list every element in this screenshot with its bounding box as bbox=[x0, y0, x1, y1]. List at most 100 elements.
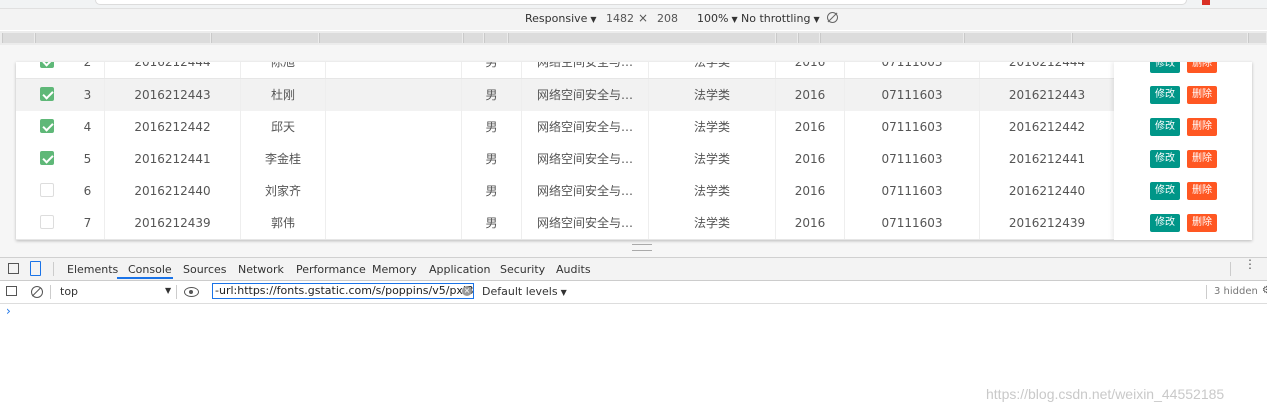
rotate-icon[interactable] bbox=[827, 12, 838, 23]
media-query-segment[interactable] bbox=[508, 33, 775, 43]
major: 网络空间安全与… bbox=[522, 175, 649, 207]
row-checkbox[interactable] bbox=[40, 62, 54, 68]
student-id: 2016212444 bbox=[105, 62, 241, 78]
edit-button[interactable]: 修改 bbox=[1150, 182, 1180, 200]
table-row[interactable]: 6 2016212440 刘家齐男网络空间安全与… 法学类 2016 07111603 20… bbox=[16, 175, 1252, 208]
tab-security[interactable]: Security bbox=[500, 263, 545, 276]
tab-application[interactable]: Application bbox=[429, 263, 490, 276]
tab-network[interactable]: Network bbox=[238, 263, 284, 276]
row-checkbox[interactable] bbox=[40, 183, 54, 197]
empty-cell bbox=[326, 207, 462, 239]
resize-handle[interactable] bbox=[632, 244, 652, 251]
delete-button[interactable]: 删除 bbox=[1187, 118, 1217, 136]
edit-button[interactable]: 修改 bbox=[1150, 86, 1180, 104]
media-query-segment[interactable] bbox=[820, 33, 963, 43]
major: 网络空间安全与… bbox=[522, 207, 649, 239]
media-query-segment[interactable] bbox=[776, 33, 797, 43]
more-options-icon[interactable]: ⋮ bbox=[1244, 258, 1256, 270]
row-checkbox[interactable] bbox=[40, 119, 54, 133]
media-query-segment[interactable] bbox=[211, 33, 318, 43]
delete-button[interactable]: 删除 bbox=[1187, 150, 1217, 168]
student-no: 2016212440 bbox=[980, 175, 1115, 207]
gear-icon[interactable]: ⚙ bbox=[1262, 285, 1267, 296]
delete-button[interactable]: 删除 bbox=[1187, 214, 1217, 232]
gender: 男 bbox=[462, 143, 522, 175]
tab-console[interactable]: Console bbox=[128, 263, 172, 276]
table-row[interactable]: 5 2016212441 李金桂男网络空间安全与… 法学类 2016 07111603 20… bbox=[16, 143, 1252, 176]
tab-elements[interactable]: Elements bbox=[67, 263, 118, 276]
media-query-segment[interactable] bbox=[964, 33, 1071, 43]
class-no: 07111603 bbox=[845, 175, 980, 207]
clear-filter-icon[interactable]: × bbox=[462, 286, 472, 296]
table-row[interactable]: 7 2016212439 郭伟男网络空间安全与… 法学类 2016 07111603 201… bbox=[16, 207, 1252, 240]
media-query-segment[interactable] bbox=[2, 33, 34, 43]
major: 网络空间安全与… bbox=[522, 62, 649, 78]
row-checkbox[interactable] bbox=[40, 87, 54, 101]
class-no: 07111603 bbox=[845, 143, 980, 175]
device-toggle-icon[interactable] bbox=[30, 261, 41, 276]
width-input[interactable]: 1482 bbox=[606, 12, 634, 25]
media-query-segment[interactable] bbox=[1248, 33, 1266, 43]
media-query-segment[interactable] bbox=[319, 33, 462, 43]
device-select[interactable]: Responsive ▼ bbox=[525, 12, 597, 25]
media-query-segment[interactable] bbox=[484, 33, 507, 43]
tab-sources[interactable]: Sources bbox=[183, 263, 227, 276]
student-no: 2016212443 bbox=[980, 79, 1115, 111]
edit-button[interactable]: 修改 bbox=[1150, 62, 1180, 73]
empty-cell bbox=[326, 143, 462, 175]
extension-icon[interactable] bbox=[1202, 0, 1210, 5]
address-bar[interactable] bbox=[95, 0, 1187, 5]
device-toolbar: Responsive ▼ 1482 × 208 100% ▼ No throttli… bbox=[0, 9, 1267, 30]
tab-audits[interactable]: Audits bbox=[556, 263, 591, 276]
student-name: 邱天 bbox=[241, 111, 326, 143]
empty-cell bbox=[326, 111, 462, 143]
sidebar-toggle-icon[interactable] bbox=[6, 286, 17, 296]
edit-button[interactable]: 修改 bbox=[1150, 214, 1180, 232]
student-id: 2016212442 bbox=[105, 111, 241, 143]
media-query-segment[interactable] bbox=[463, 33, 483, 43]
row-number: 2 bbox=[71, 62, 105, 78]
watermark: https://blog.csdn.net/weixin_44552185 bbox=[986, 386, 1225, 402]
console-prompt-icon[interactable]: › bbox=[6, 304, 11, 318]
table-row[interactable]: 4 2016212442 邱天男网络空间安全与… 法学类 2016 07111603 201… bbox=[16, 111, 1252, 144]
edit-button[interactable]: 修改 bbox=[1150, 118, 1180, 136]
class-no: 07111603 bbox=[845, 111, 980, 143]
delete-button[interactable]: 删除 bbox=[1187, 62, 1217, 73]
tab-memory[interactable]: Memory bbox=[372, 263, 417, 276]
context-label: top bbox=[60, 285, 79, 298]
zoom-select[interactable]: 100% ▼ bbox=[697, 12, 738, 25]
log-levels-select[interactable]: Default levels ▼ bbox=[482, 285, 567, 298]
device-label: Responsive bbox=[525, 12, 588, 25]
delete-button[interactable]: 删除 bbox=[1187, 182, 1217, 200]
media-query-segment[interactable] bbox=[798, 33, 819, 43]
chevron-down-icon: ▼ bbox=[560, 288, 567, 297]
hidden-messages-count: 3 hidden bbox=[1214, 286, 1258, 297]
tab-performance[interactable]: Performance bbox=[296, 263, 366, 276]
year: 2016 bbox=[776, 143, 845, 175]
action-column: 修改 删除 修改 删除 修改 删除 修改 删除 修改 删除 修改 删除 bbox=[1114, 62, 1252, 240]
emulated-viewport: 2 2016212444 陈旭 男 网络空间安全与… 法学类 2016 0711… bbox=[0, 45, 1267, 258]
table-row[interactable]: 2 2016212444 陈旭 男 网络空间安全与… 法学类 2016 0711… bbox=[16, 62, 1252, 79]
row-checkbox[interactable] bbox=[40, 151, 54, 165]
student-name: 陈旭 bbox=[241, 62, 326, 78]
empty-cell bbox=[326, 62, 462, 78]
inspect-element-icon[interactable] bbox=[8, 263, 19, 274]
console-filter-input[interactable]: -url:https://fonts.gstatic.com/s/poppins… bbox=[212, 283, 474, 299]
context-select[interactable]: top ▼ bbox=[60, 285, 172, 298]
row-checkbox[interactable] bbox=[40, 215, 54, 229]
media-query-segment[interactable] bbox=[1072, 33, 1247, 43]
student-name: 李金桂 bbox=[241, 143, 326, 175]
college: 法学类 bbox=[649, 62, 776, 78]
height-input[interactable]: 208 bbox=[657, 12, 678, 25]
table-row[interactable]: 3 2016212443 杜刚男网络空间安全与… 法学类 2016 07111603 201… bbox=[16, 79, 1252, 112]
gender: 男 bbox=[462, 175, 522, 207]
edit-button[interactable]: 修改 bbox=[1150, 150, 1180, 168]
delete-button[interactable]: 删除 bbox=[1187, 86, 1217, 104]
times-icon: × bbox=[638, 11, 649, 25]
chevron-down-icon: ▼ bbox=[731, 15, 738, 24]
media-query-segment[interactable] bbox=[35, 33, 210, 43]
throttling-select[interactable]: No throttling ▼ bbox=[741, 12, 820, 25]
live-expression-eye-icon[interactable] bbox=[184, 287, 199, 297]
throttling-label: No throttling bbox=[741, 12, 811, 25]
clear-console-icon[interactable] bbox=[31, 286, 43, 298]
